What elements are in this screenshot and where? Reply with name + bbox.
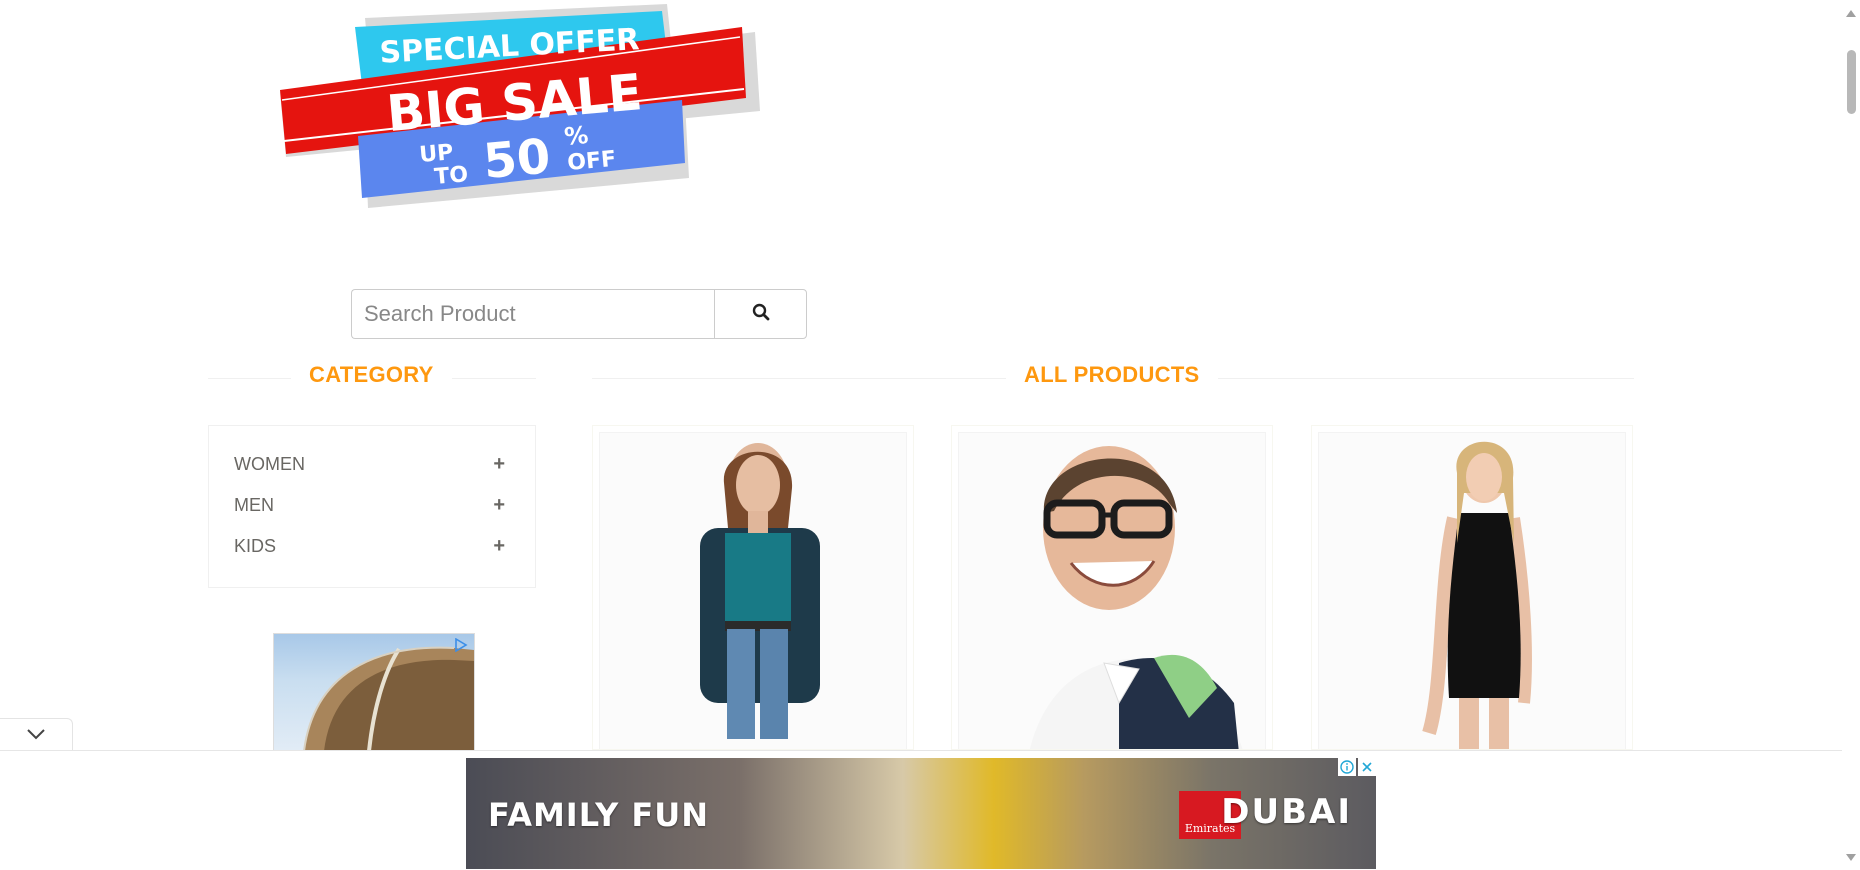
- category-label: WOMEN: [234, 453, 305, 474]
- side-ad[interactable]: [273, 633, 475, 752]
- scrollbar-thumb[interactable]: [1847, 50, 1856, 114]
- ad-headline: FAMILY FUN: [488, 796, 710, 834]
- sale-banner[interactable]: SPECIAL OFFER BIG SALE UP TO 50 % OFF: [270, 0, 770, 215]
- woman-black-dress-image: [1318, 432, 1626, 749]
- man-with-glasses-image: [958, 432, 1266, 749]
- collapse-ad-button[interactable]: [0, 718, 73, 752]
- scroll-down-arrow-icon[interactable]: [1846, 854, 1856, 861]
- category-panel: WOMEN + MEN + KIDS +: [208, 425, 536, 588]
- all-products-title: ALL PRODUCTS: [1006, 362, 1218, 388]
- product-card[interactable]: [592, 425, 914, 750]
- plus-icon[interactable]: +: [493, 495, 505, 515]
- category-label: KIDS: [234, 535, 277, 556]
- search-icon: [752, 303, 770, 326]
- side-ad-image: [303, 646, 474, 751]
- banner-percent-sign: %: [563, 121, 589, 151]
- ad-controls: [1338, 758, 1376, 776]
- plus-icon[interactable]: +: [493, 454, 505, 474]
- ad-destination: DUBAI: [1221, 792, 1352, 832]
- product-card[interactable]: [951, 425, 1273, 750]
- category-item-women[interactable]: WOMEN +: [234, 450, 505, 478]
- info-icon[interactable]: [1338, 758, 1356, 776]
- banner-percent: 50: [481, 128, 552, 190]
- woman-casual-outfit-image: [599, 432, 907, 749]
- bottom-ad[interactable]: FAMILY FUN Emirates DUBAI: [466, 758, 1376, 869]
- plus-icon[interactable]: +: [493, 536, 505, 556]
- chevron-down-icon: [26, 727, 46, 745]
- banner-off: OFF: [566, 147, 617, 176]
- category-title: CATEGORY: [291, 362, 452, 388]
- ad-choices-icon[interactable]: [454, 637, 468, 657]
- close-icon[interactable]: [1358, 758, 1376, 776]
- category-item-men[interactable]: MEN +: [234, 491, 505, 519]
- category-label: MEN: [234, 494, 274, 515]
- category-item-kids[interactable]: KIDS +: [234, 532, 505, 560]
- search-button[interactable]: [714, 289, 807, 339]
- search-input[interactable]: [351, 289, 714, 339]
- scrollbar[interactable]: [1842, 0, 1860, 869]
- banner-to: TO: [433, 162, 469, 190]
- scroll-up-arrow-icon[interactable]: [1846, 10, 1856, 17]
- search-form: [351, 289, 807, 339]
- product-card[interactable]: [1311, 425, 1633, 750]
